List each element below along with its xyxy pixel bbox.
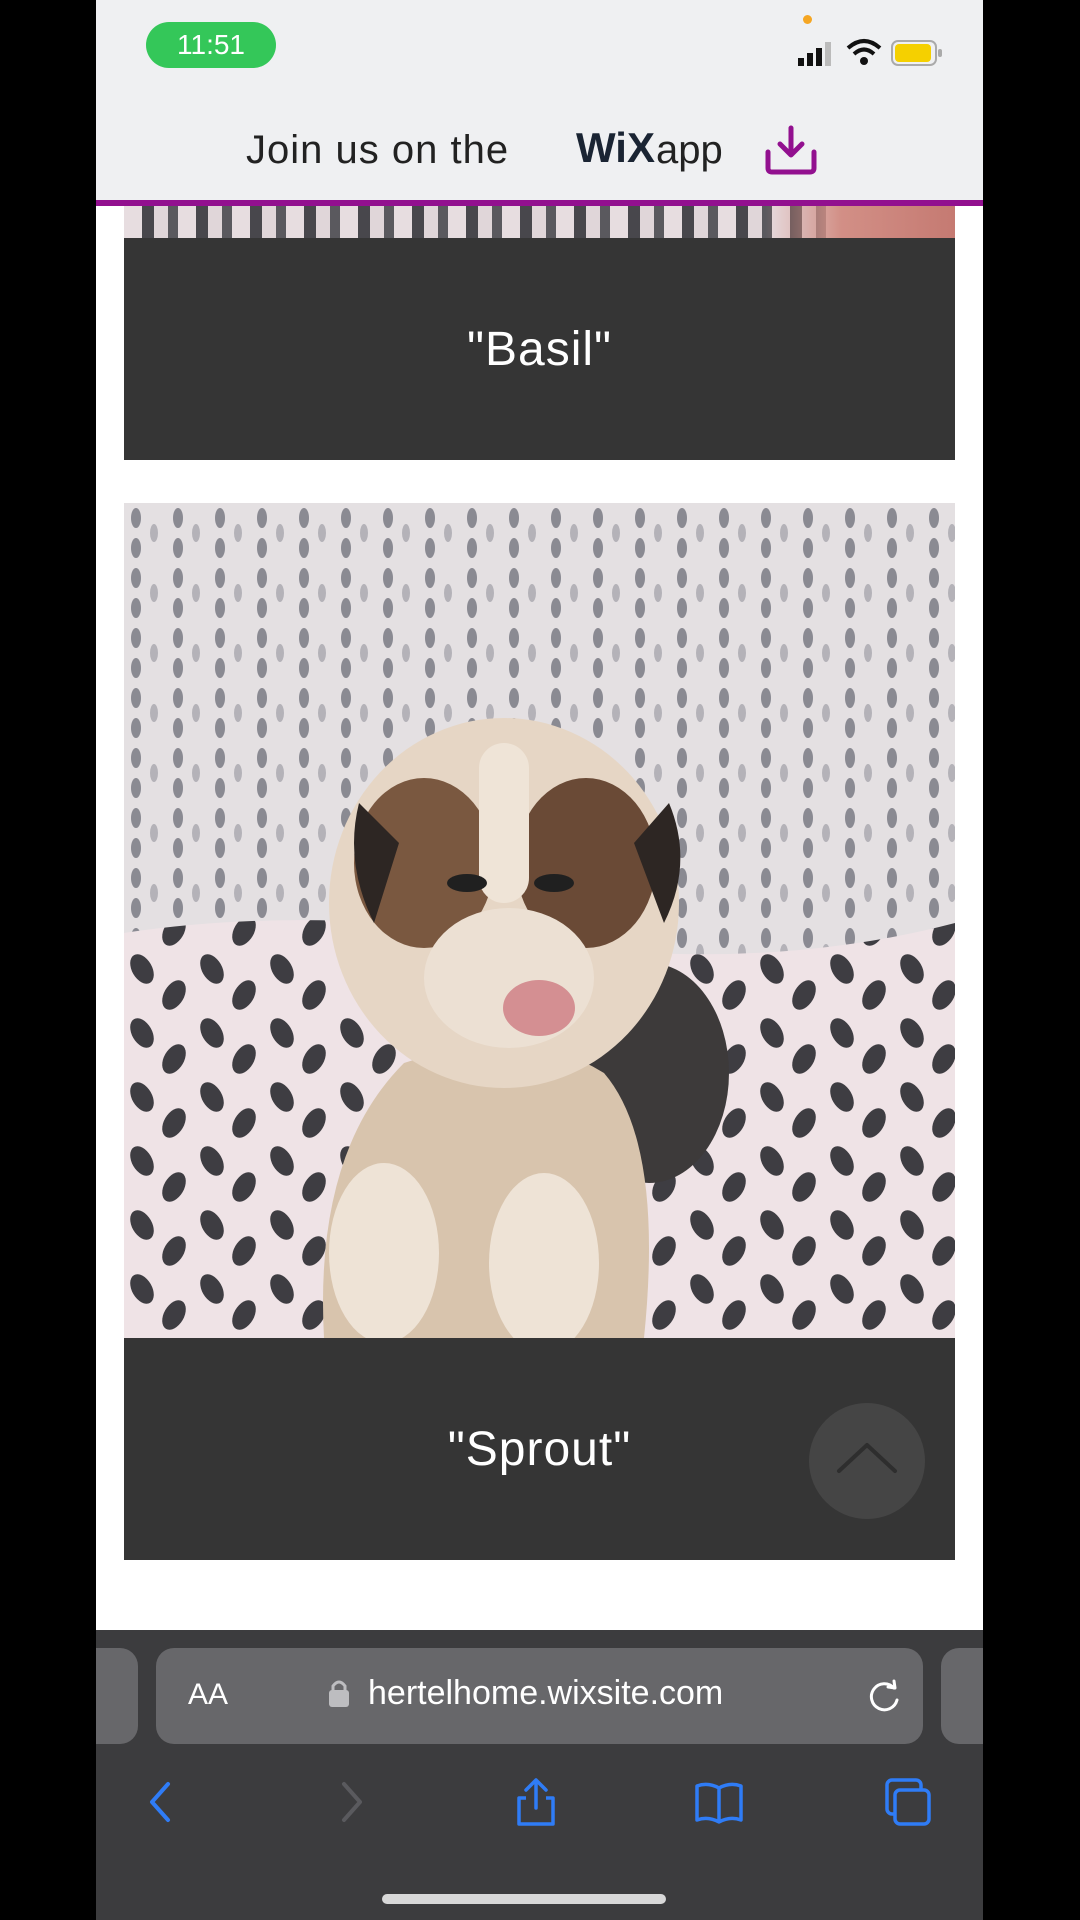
tabs-icon[interactable] (883, 1776, 933, 1828)
home-indicator (382, 1894, 666, 1904)
back-icon[interactable] (136, 1776, 186, 1828)
banner-app-label: app (656, 128, 723, 172)
banner-text: Join us on the (246, 128, 510, 172)
puppy-caption-basil: "Basil" (124, 238, 955, 460)
chevron-up-icon (837, 1443, 897, 1473)
reload-icon[interactable] (866, 1678, 902, 1714)
puppy-photo-image (124, 503, 955, 1338)
wix-app-banner[interactable]: Join us on the WiX app (96, 96, 983, 206)
phone-screen: 11:51 Join us on the WiX app "Basil" "Sp… (96, 0, 983, 1920)
forward-icon[interactable] (326, 1776, 376, 1828)
text-size-button[interactable]: AA (188, 1678, 228, 1712)
status-bar: 11:51 (96, 0, 983, 96)
wifi-icon (846, 39, 882, 65)
puppy-photo-basil-partial[interactable] (124, 206, 955, 238)
url-text: hertelhome.wixsite.com (368, 1674, 724, 1712)
address-bar[interactable]: AA hertelhome.wixsite.com (156, 1648, 923, 1744)
previous-tab-preview[interactable] (96, 1648, 138, 1744)
safari-toolbar: AA hertelhome.wixsite.com (96, 1630, 983, 1920)
puppy-photo-sprout[interactable] (124, 503, 955, 1338)
download-icon[interactable] (762, 124, 820, 176)
wix-logo: WiX (576, 124, 655, 171)
battery-icon (891, 40, 942, 66)
back-to-top-button[interactable] (809, 1403, 925, 1519)
share-icon[interactable] (511, 1776, 561, 1828)
cellular-signal-icon (798, 42, 831, 66)
page-content: "Basil" "Sprout" (96, 206, 983, 1630)
bookmarks-icon[interactable] (694, 1776, 744, 1828)
status-time: 11:51 (146, 22, 276, 68)
hand-in-photo (765, 206, 955, 238)
lock-icon (329, 1680, 349, 1707)
mic-indicator-dot (803, 15, 812, 24)
next-tab-preview[interactable] (941, 1648, 983, 1744)
